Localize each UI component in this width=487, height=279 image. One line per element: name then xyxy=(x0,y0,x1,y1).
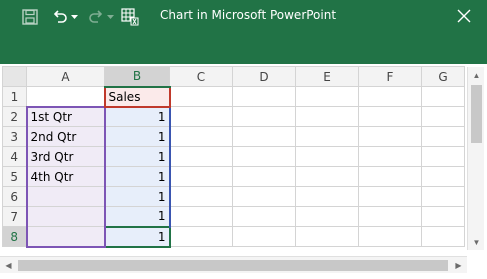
select-all-corner[interactable] xyxy=(2,66,27,87)
cell-a2[interactable]: 1st Qtr xyxy=(25,105,106,127)
cell-a7[interactable] xyxy=(25,206,106,227)
cell-f4[interactable] xyxy=(358,146,422,167)
cell-d2[interactable] xyxy=(232,106,296,127)
column-header-g[interactable]: G xyxy=(421,66,465,87)
cell-c2[interactable] xyxy=(169,106,233,127)
spreadsheet-grid[interactable]: A B C D E F G 1 Sales 2 1st Qtr 1 3 2nd … xyxy=(2,66,465,248)
cell-e4[interactable] xyxy=(295,146,359,167)
scroll-up-icon[interactable]: ▲ xyxy=(468,67,485,83)
vertical-scrollbar[interactable]: ▲ ▼ xyxy=(467,67,484,250)
row-header-3[interactable]: 3 xyxy=(2,126,27,147)
cell-d8[interactable] xyxy=(232,226,296,247)
cell-a5[interactable]: 4th Qtr xyxy=(25,166,106,187)
horizontal-scrollbar[interactable]: ◀ ▶ xyxy=(0,256,467,273)
cell-b7[interactable]: 1 xyxy=(103,206,171,227)
cell-a8[interactable] xyxy=(25,226,106,248)
cell-d7[interactable] xyxy=(232,206,296,227)
column-header-f[interactable]: F xyxy=(358,66,422,87)
window-title: Chart in Microsoft PowerPoint xyxy=(160,8,337,22)
cell-g7[interactable] xyxy=(421,206,465,227)
vertical-scroll-thumb[interactable] xyxy=(471,85,482,143)
cell-c4[interactable] xyxy=(169,146,233,167)
row-header-8[interactable]: 8 xyxy=(2,226,27,247)
title-bar: Chart in Microsoft PowerPoint xyxy=(0,0,487,64)
row-header-5[interactable]: 5 xyxy=(2,166,27,187)
cell-f2[interactable] xyxy=(358,106,422,127)
cell-d6[interactable] xyxy=(232,186,296,207)
cell-a4[interactable]: 3rd Qtr xyxy=(25,146,106,167)
cell-c6[interactable] xyxy=(169,186,233,207)
cell-g1[interactable] xyxy=(421,86,465,107)
column-header-e[interactable]: E xyxy=(295,66,359,87)
cell-b4[interactable]: 1 xyxy=(103,146,171,167)
scroll-left-icon[interactable]: ◀ xyxy=(0,257,17,273)
cell-d5[interactable] xyxy=(232,166,296,187)
save-icon[interactable] xyxy=(20,6,40,28)
horizontal-scroll-thumb[interactable] xyxy=(18,260,448,271)
cell-e7[interactable] xyxy=(295,206,359,227)
cell-g4[interactable] xyxy=(421,146,465,167)
cell-f5[interactable] xyxy=(358,166,422,187)
row-header-6[interactable]: 6 xyxy=(2,186,27,207)
cell-c3[interactable] xyxy=(169,126,233,147)
cell-f7[interactable] xyxy=(358,206,422,227)
cell-a1[interactable] xyxy=(26,86,105,107)
cell-a3[interactable]: 2nd Qtr xyxy=(25,126,106,147)
cell-g8[interactable] xyxy=(421,226,465,247)
cell-e5[interactable] xyxy=(295,166,359,187)
cell-g5[interactable] xyxy=(421,166,465,187)
column-header-b[interactable]: B xyxy=(104,66,170,88)
row-header-4[interactable]: 4 xyxy=(2,146,27,167)
row-header-7[interactable]: 7 xyxy=(2,206,27,227)
cell-f8[interactable] xyxy=(358,226,422,247)
cell-e3[interactable] xyxy=(295,126,359,147)
cell-f6[interactable] xyxy=(358,186,422,207)
row-header-1[interactable]: 1 xyxy=(2,86,27,107)
cell-d3[interactable] xyxy=(232,126,296,147)
cell-g3[interactable] xyxy=(421,126,465,147)
cell-c5[interactable] xyxy=(169,166,233,187)
cell-c1[interactable] xyxy=(169,86,233,107)
cell-e1[interactable] xyxy=(295,86,359,107)
scroll-right-icon[interactable]: ▶ xyxy=(450,257,467,273)
cell-f1[interactable] xyxy=(358,86,422,107)
cell-d1[interactable] xyxy=(232,86,296,107)
cell-e2[interactable] xyxy=(295,106,359,127)
worksheet[interactable]: A B C D E F G 1 Sales 2 1st Qtr 1 3 2nd … xyxy=(0,64,487,279)
cell-d4[interactable] xyxy=(232,146,296,167)
cell-g6[interactable] xyxy=(421,186,465,207)
cell-b1[interactable]: Sales xyxy=(103,85,171,108)
cell-b5[interactable]: 1 xyxy=(103,166,171,187)
row-header-2[interactable]: 2 xyxy=(2,106,27,127)
cell-c8[interactable] xyxy=(169,226,233,247)
undo-icon[interactable] xyxy=(50,6,70,28)
close-icon xyxy=(457,9,471,23)
cell-g2[interactable] xyxy=(421,106,465,127)
cell-e8[interactable] xyxy=(295,226,359,247)
scroll-down-icon[interactable]: ▼ xyxy=(468,234,485,250)
column-header-d[interactable]: D xyxy=(232,66,296,87)
edit-data-icon[interactable] xyxy=(119,6,141,28)
close-button[interactable] xyxy=(449,2,479,30)
column-header-c[interactable]: C xyxy=(169,66,233,87)
undo-dropdown-icon[interactable] xyxy=(70,6,78,28)
cell-b2[interactable]: 1 xyxy=(103,105,171,127)
redo-icon[interactable] xyxy=(86,6,106,28)
cell-b3[interactable]: 1 xyxy=(103,126,171,147)
cell-e6[interactable] xyxy=(295,186,359,207)
cell-f3[interactable] xyxy=(358,126,422,147)
cell-b8-active[interactable]: 1 xyxy=(103,225,171,248)
cell-c7[interactable] xyxy=(169,206,233,227)
redo-dropdown-icon[interactable] xyxy=(106,6,114,28)
cell-b6[interactable]: 1 xyxy=(103,186,171,207)
cell-a6[interactable] xyxy=(25,186,106,207)
column-header-a[interactable]: A xyxy=(26,66,105,87)
